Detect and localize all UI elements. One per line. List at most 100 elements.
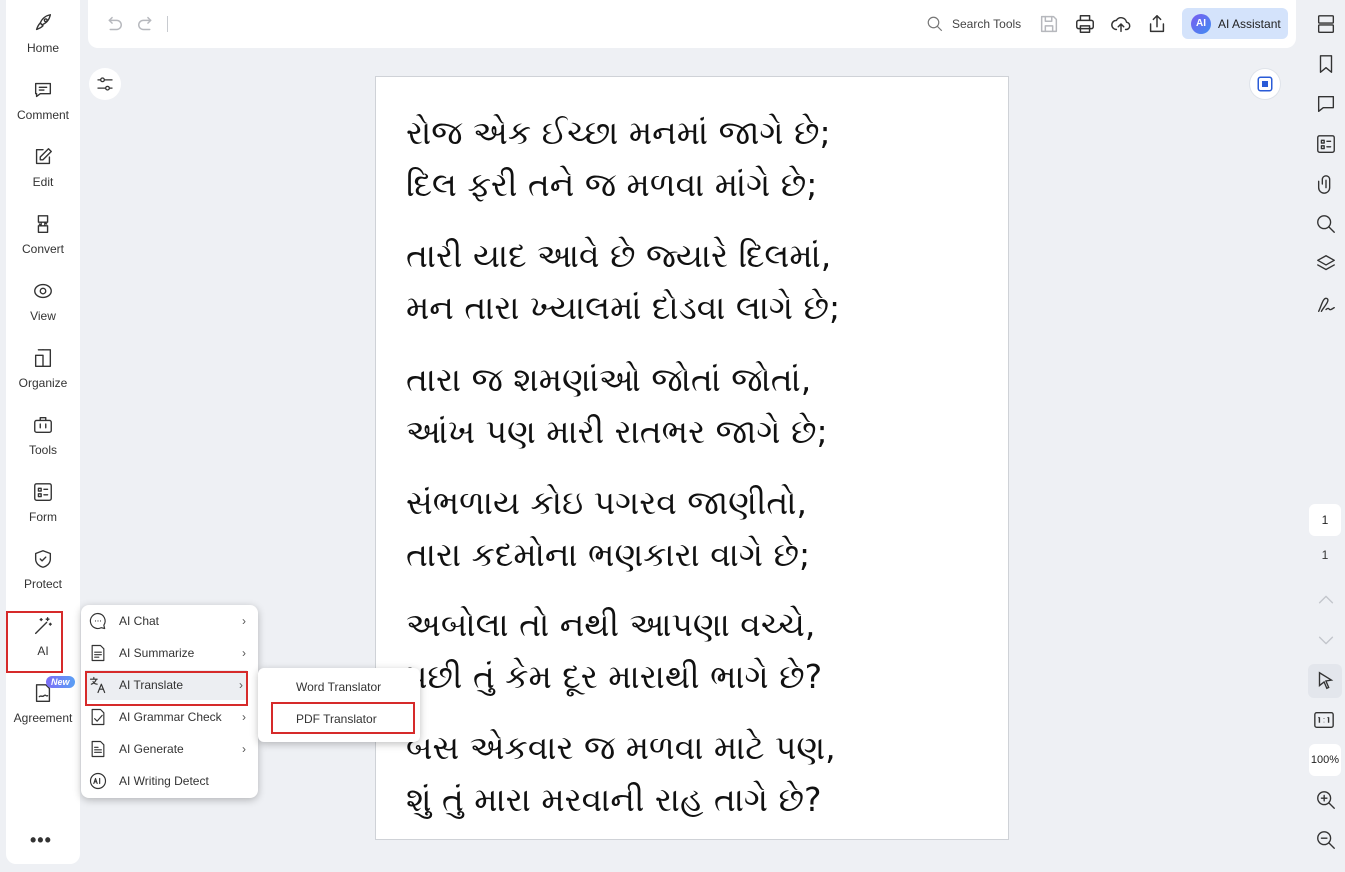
zoom-in-icon[interactable] bbox=[1315, 789, 1337, 811]
menu-item-label: AI Summarize bbox=[119, 646, 195, 660]
print-icon[interactable] bbox=[1074, 13, 1096, 35]
left-sidebar: Home Comment Edit Convert View Organize … bbox=[6, 0, 80, 864]
chevron-down-icon[interactable] bbox=[1315, 629, 1337, 651]
poem-line: મન તારા ખ્યાલમાં દોડવા લાગે છે; bbox=[406, 288, 841, 327]
select-tool-button[interactable] bbox=[1308, 664, 1342, 698]
toolbar-divider bbox=[167, 16, 168, 32]
menu-item-label: AI Generate bbox=[119, 742, 184, 756]
cloud-upload-icon[interactable] bbox=[1110, 13, 1132, 35]
fit-page-button[interactable] bbox=[1250, 69, 1280, 99]
poem-stanza: રોજ એક ઈચ્છા મનમાં જાગે છે; દિલ ફરી તને … bbox=[406, 107, 831, 211]
search-icon[interactable] bbox=[1315, 213, 1337, 235]
poem-stanza: અબોલા તો નથી આપણા વચ્ચે, પછી તું કેમ દૂર… bbox=[406, 599, 822, 703]
sidebar-item-edit[interactable]: Edit bbox=[6, 146, 80, 206]
sidebar-item-label: Protect bbox=[23, 577, 62, 591]
menu-item-ai-generate[interactable]: AI Generate › bbox=[81, 734, 258, 764]
chevron-right-icon: › bbox=[242, 742, 246, 756]
sidebar-item-tools[interactable]: Tools bbox=[6, 414, 80, 474]
pdf-translator-item[interactable]: PDF Translator bbox=[258, 704, 420, 734]
poem-line: બસ એકવાર જ મળવા માટે પણ, bbox=[406, 728, 836, 767]
sliders-icon bbox=[97, 77, 113, 91]
menu-item-ai-grammar-check[interactable]: AI Grammar Check › bbox=[81, 702, 258, 732]
save-icon[interactable] bbox=[1038, 13, 1060, 35]
menu-item-ai-chat[interactable]: AI Chat › bbox=[81, 606, 258, 636]
word-translator-item[interactable]: Word Translator bbox=[258, 672, 420, 702]
convert-icon bbox=[32, 213, 54, 235]
poem-stanza: તારી યાદ આવે છે જ્યારે દિલમાં, મન તારા ખ… bbox=[406, 230, 840, 334]
translate-submenu: Word Translator PDF Translator bbox=[258, 668, 420, 742]
search-tools[interactable]: Search Tools bbox=[926, 14, 1021, 34]
magic-wand-icon bbox=[32, 615, 54, 637]
ai-logo-icon: AI bbox=[1191, 13, 1211, 34]
chevron-right-icon: › bbox=[239, 678, 243, 692]
ai-menu: AI Chat › AI Summarize › AI Translate › … bbox=[81, 605, 258, 798]
form-fields-icon[interactable] bbox=[1315, 133, 1337, 155]
ai-chat-icon bbox=[88, 611, 108, 631]
more-options-icon[interactable]: ••• bbox=[30, 830, 52, 851]
chevron-right-icon: › bbox=[242, 614, 246, 628]
menu-item-ai-summarize[interactable]: AI Summarize › bbox=[81, 638, 258, 668]
actual-size-icon[interactable] bbox=[1313, 709, 1337, 731]
sidebar-item-protect[interactable]: Protect bbox=[6, 548, 80, 608]
sidebar-item-comment[interactable]: Comment bbox=[6, 79, 80, 139]
sidebar-item-label: Form bbox=[29, 510, 57, 524]
menu-item-ai-writing-detect[interactable]: AI Writing Detect bbox=[81, 766, 258, 796]
sidebar-item-convert[interactable]: Convert bbox=[6, 213, 80, 273]
bookmark-icon[interactable] bbox=[1315, 53, 1337, 75]
display-settings-button[interactable] bbox=[89, 68, 121, 100]
sidebar-item-label: AI bbox=[37, 644, 49, 658]
poem-stanza: તારા જ શમણાંઓ જોતાં જોતાં, આંખ પણ મારી ર… bbox=[406, 354, 828, 458]
sidebar-item-agreement[interactable]: New Agreement bbox=[6, 676, 80, 742]
poem-line: સંભળાય કોઇ પગરવ જાણીતો, bbox=[406, 483, 807, 522]
redo-icon[interactable] bbox=[136, 13, 158, 35]
chevron-up-icon[interactable] bbox=[1315, 589, 1337, 611]
sidebar-item-label: Agreement bbox=[13, 711, 73, 725]
menu-item-ai-translate[interactable]: AI Translate › bbox=[85, 670, 247, 700]
ai-generate-icon bbox=[88, 739, 108, 759]
sidebar-item-label: Home bbox=[26, 41, 59, 55]
sidebar-item-view[interactable]: View bbox=[6, 280, 80, 340]
ai-assistant-label: AI Assistant bbox=[1218, 16, 1281, 31]
thumbnails-icon[interactable] bbox=[1315, 13, 1337, 35]
poem-line: અબોલા તો નથી આપણા વચ્ચે, bbox=[406, 605, 816, 644]
undo-icon[interactable] bbox=[102, 13, 124, 35]
fit-page-icon bbox=[1257, 76, 1273, 92]
edit-icon bbox=[32, 146, 54, 168]
poem-line: દિલ ફરી તને જ મળવા માંગે છે; bbox=[406, 165, 818, 204]
zoom-out-icon[interactable] bbox=[1315, 829, 1337, 851]
sidebar-item-label: Edit bbox=[32, 175, 54, 189]
menu-item-label: AI Chat bbox=[119, 614, 160, 628]
submenu-item-label: PDF Translator bbox=[296, 712, 377, 726]
shield-icon bbox=[32, 548, 54, 570]
share-icon[interactable] bbox=[1146, 13, 1168, 35]
current-page-input[interactable]: 1 bbox=[1309, 504, 1341, 536]
pdf-page: રોજ એક ઈચ્છા મનમાં જાગે છે; દિલ ફરી તને … bbox=[375, 76, 1009, 840]
ai-translate-icon bbox=[88, 675, 108, 695]
organize-icon bbox=[32, 347, 54, 369]
comment-icon[interactable] bbox=[1315, 93, 1337, 115]
new-badge: New bbox=[46, 676, 75, 688]
poem-line: શું તું મારા મરવાની રાહ તાગે છે? bbox=[406, 780, 822, 819]
poem-stanza: સંભળાય કોઇ પગરવ જાણીતો, તારા કદમોના ભણકા… bbox=[406, 477, 810, 581]
cursor-arrow-icon bbox=[1318, 671, 1334, 690]
sidebar-item-label: Comment bbox=[16, 108, 69, 122]
ai-grammar-icon bbox=[88, 707, 108, 727]
sidebar-item-ai[interactable]: AI bbox=[6, 615, 80, 675]
search-icon bbox=[927, 16, 943, 32]
sidebar-item-organize[interactable]: Organize bbox=[6, 347, 80, 407]
form-icon bbox=[32, 481, 54, 503]
signature-icon[interactable] bbox=[1315, 293, 1337, 315]
zoom-level[interactable]: 100% bbox=[1309, 744, 1341, 776]
sidebar-item-label: Tools bbox=[28, 443, 57, 457]
top-toolbar: Search Tools AI AI Assistant bbox=[88, 0, 1296, 48]
attachment-icon[interactable] bbox=[1315, 173, 1337, 195]
poem-stanza: બસ એકવાર જ મળવા માટે પણ, શું તું મારા મર… bbox=[406, 722, 836, 826]
layers-icon[interactable] bbox=[1315, 253, 1337, 275]
sidebar-item-label: Organize bbox=[18, 376, 68, 390]
ai-assistant-button[interactable]: AI AI Assistant bbox=[1182, 8, 1288, 39]
rocket-icon bbox=[32, 12, 54, 34]
sidebar-item-form[interactable]: Form bbox=[6, 481, 80, 541]
menu-item-label: AI Grammar Check bbox=[119, 710, 222, 724]
sidebar-item-home[interactable]: Home bbox=[6, 12, 80, 72]
ai-summarize-icon bbox=[88, 643, 108, 663]
